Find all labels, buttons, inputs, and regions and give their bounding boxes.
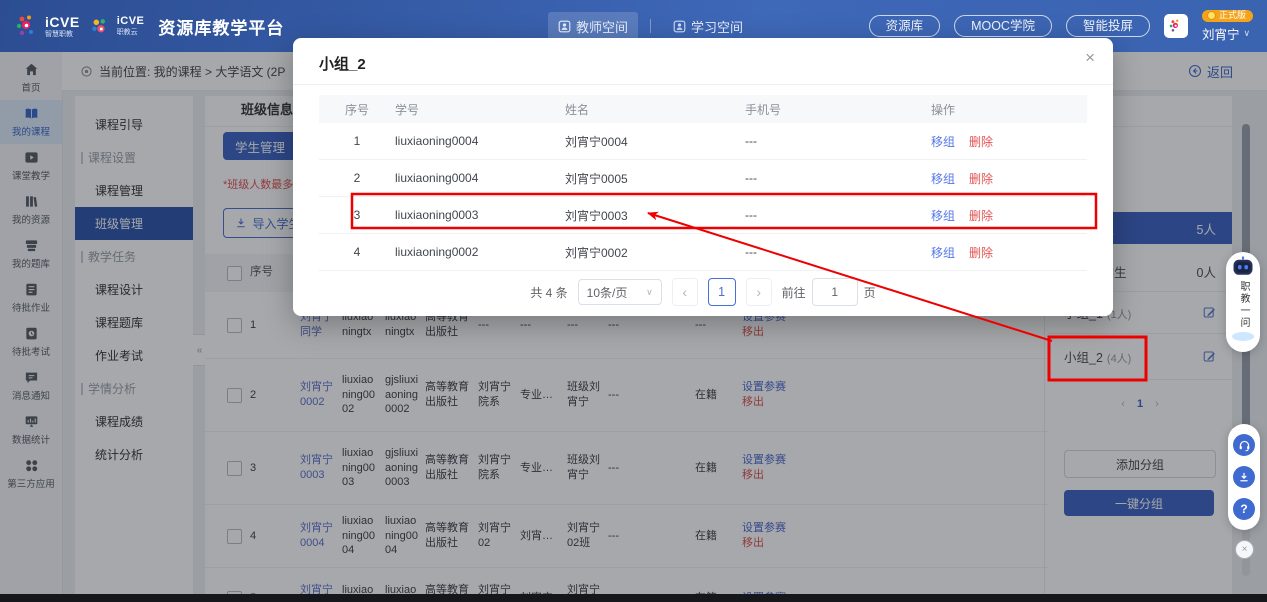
icve-cloud-icon [88, 14, 112, 38]
resource-lib-button[interactable]: 资源库 [869, 15, 941, 38]
logo2-brand: iCVE [117, 16, 145, 27]
modal-pagination: 共 4 条 10条/页 ∨ ‹ 1 › 前往 页 [293, 278, 1113, 306]
logo1-brand: iCVE [45, 15, 80, 29]
goto-label: 前往 [782, 284, 806, 301]
modal-members-table: 序号 学号 姓名 手机号 操作 1 liuxiaoning0004 刘宵宁000… [319, 95, 1087, 271]
help-button[interactable]: ? [1233, 498, 1255, 520]
robot-icon [1231, 256, 1255, 278]
close-icon[interactable]: × [1085, 49, 1095, 66]
delete-link[interactable]: 删除 [969, 172, 993, 186]
modal-table-row: 1 liuxiaoning0004 刘宵宁0004 --- 移组删除 [319, 123, 1087, 160]
teacher-space-tab[interactable]: 教师空间 [548, 12, 638, 41]
prev-page-button[interactable]: ‹ [672, 278, 698, 306]
headset-icon [1238, 439, 1251, 452]
assistant-label: 职教一问 [1238, 281, 1248, 329]
app-window: iCVE 智慧职教 iCVE 职教云 资源库教学平台 教师空间 [0, 0, 1267, 602]
modal-table-row: 4 liuxiaoning0002 刘宵宁0002 --- 移组删除 [319, 234, 1087, 271]
mooc-college-button[interactable]: MOOC学院 [954, 15, 1052, 38]
mini-swirl-icon [1168, 18, 1184, 34]
current-page[interactable]: 1 [708, 278, 736, 306]
username: 刘宵宁 [1202, 24, 1240, 43]
modal-table-header: 序号 学号 姓名 手机号 操作 [319, 95, 1087, 123]
goto-unit: 页 [864, 284, 876, 301]
logo1-sub: 智慧职教 [45, 31, 80, 38]
close-icon: × [1242, 545, 1248, 555]
icve-swirl-icon [14, 13, 40, 39]
move-group-link[interactable]: 移组 [931, 246, 955, 260]
logo-icve-zhihui: iCVE 智慧职教 [14, 13, 80, 39]
logo-icve-zhijiaoyun: iCVE 职教云 [88, 14, 145, 38]
group-detail-modal: 小组_2 × 序号 学号 姓名 手机号 操作 1 liuxiaoning0004… [293, 38, 1113, 316]
bottom-bar [0, 594, 1267, 602]
student-space-tab[interactable]: 学习空间 [663, 12, 753, 41]
modal-table-row: 2 liuxiaoning0004 刘宵宁0005 --- 移组删除 [319, 160, 1087, 197]
teacher-icon [558, 20, 571, 33]
nav-divider [650, 19, 651, 33]
chevron-down-icon: ∨ [646, 287, 653, 298]
move-group-link[interactable]: 移组 [931, 172, 955, 186]
total-count: 共 4 条 [530, 284, 567, 301]
logo2-sub: 职教云 [117, 29, 145, 36]
student-space-label: 学习空间 [691, 17, 743, 36]
chevron-down-icon: ∨ [1244, 28, 1251, 39]
mini-logo-chip [1164, 14, 1188, 38]
brand-area: iCVE 智慧职教 iCVE 职教云 [0, 13, 144, 39]
dismiss-widget-button[interactable]: × [1235, 540, 1254, 559]
cloud-icon [1232, 332, 1254, 341]
delete-link[interactable]: 删除 [969, 209, 993, 223]
assistant-widget[interactable]: 职教一问 [1226, 252, 1260, 352]
per-page-select[interactable]: 10条/页 ∨ [578, 279, 662, 305]
helper-toolbar: ? [1228, 424, 1260, 530]
download-float-button[interactable] [1233, 466, 1255, 488]
download-icon [1238, 471, 1250, 483]
smart-cast-button[interactable]: 智能投屏 [1066, 15, 1150, 38]
medal-icon [1207, 11, 1216, 20]
customer-service-button[interactable] [1233, 434, 1255, 456]
delete-link[interactable]: 删除 [969, 135, 993, 149]
teacher-space-label: 教师空间 [576, 17, 628, 36]
modal-title: 小组_2 [319, 53, 366, 74]
version-badge: 正式版 [1202, 10, 1253, 22]
modal-table-row-highlighted: 3 liuxiaoning0003 刘宵宁0003 --- 移组删除 [319, 197, 1087, 234]
help-icon: ? [1240, 502, 1247, 516]
student-icon [673, 20, 686, 33]
move-group-link[interactable]: 移组 [931, 135, 955, 149]
modal-divider [293, 84, 1113, 85]
goto-page-input[interactable] [812, 278, 858, 306]
user-area[interactable]: 正式版 刘宵宁 ∨ [1202, 10, 1253, 43]
next-page-button[interactable]: › [746, 278, 772, 306]
platform-title: 资源库教学平台 [158, 14, 284, 39]
move-group-link[interactable]: 移组 [931, 209, 955, 223]
delete-link[interactable]: 删除 [969, 246, 993, 260]
